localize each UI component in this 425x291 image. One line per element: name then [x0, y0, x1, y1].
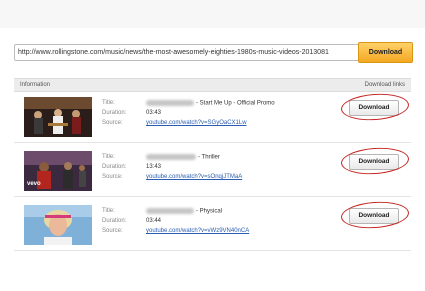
redacted-artist [146, 100, 194, 106]
source-label: Source: [102, 174, 123, 180]
redacted-artist [146, 154, 196, 160]
source-link[interactable]: youtube.com/watch?v=SGyOaCX1Lw [146, 120, 247, 126]
title-label: Title: [102, 154, 115, 160]
duration-label: Duration: [102, 218, 127, 224]
duration-label: Duration: [102, 110, 127, 116]
video-title: - Physical [196, 208, 223, 215]
video-thumbnail[interactable] [24, 97, 92, 137]
video-duration: 03:43 [146, 110, 162, 116]
video-title: - Thriller [198, 154, 220, 161]
video-thumbnail[interactable] [24, 205, 92, 245]
row-divider [14, 142, 411, 143]
red-annotation-circle [340, 199, 410, 231]
result-row: Title: - Start Me Up - Official Promo Du… [14, 91, 411, 140]
row-divider [14, 250, 411, 251]
source-label: Source: [102, 228, 123, 234]
url-input[interactable]: http://www.rollingstone.com/music/news/t… [14, 44, 362, 61]
video-duration: 03:44 [146, 218, 162, 224]
source-link[interactable]: youtube.com/watch?v=sOnqjJTMaA [146, 174, 242, 180]
source-link[interactable]: youtube.com/watch?v=vWz9VN40nCA [146, 228, 249, 234]
title-label: Title: [102, 100, 115, 106]
red-annotation-circle [340, 91, 410, 123]
red-annotation-circle [340, 145, 410, 177]
video-thumbnail[interactable]: vevo [24, 151, 92, 191]
source-label: Source: [102, 120, 123, 126]
title-label: Title: [102, 208, 115, 214]
row-divider [14, 196, 411, 197]
video-duration: 13:43 [146, 164, 162, 170]
information-header: Information [20, 82, 51, 88]
result-row: vevo Title: - Thriller Duration: 13:43 S… [14, 145, 411, 194]
download-button[interactable]: Download [358, 42, 413, 63]
duration-label: Duration: [102, 164, 127, 170]
video-title: - Start Me Up - Official Promo [196, 100, 275, 107]
vevo-badge: vevo [27, 181, 41, 187]
download-links-header: Download links [364, 82, 405, 88]
result-row: Title: - Physical Duration: 03:44 Source… [14, 199, 411, 248]
redacted-artist [146, 208, 194, 214]
results-header: Information Download links [14, 78, 411, 92]
